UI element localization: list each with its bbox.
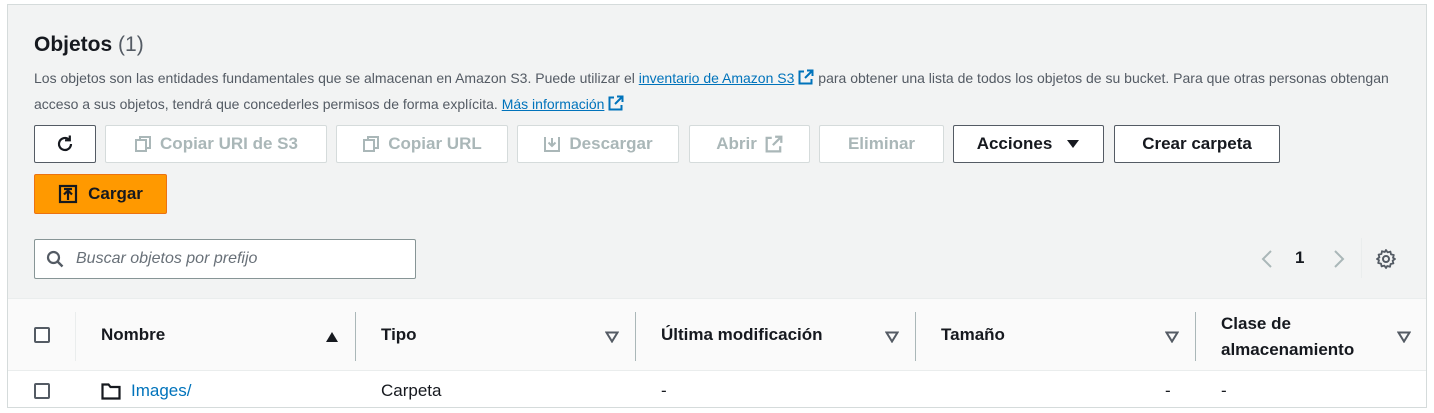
description-text-1: Los objetos son las entidades fundamenta… xyxy=(34,70,639,86)
copy-url-label: Copiar URL xyxy=(388,134,482,153)
sort-icon[interactable] xyxy=(885,331,899,343)
upload-button[interactable]: Cargar xyxy=(34,174,167,214)
column-header-name[interactable]: Nombre xyxy=(101,325,165,345)
more-info-link[interactable]: Más información xyxy=(501,95,625,112)
refresh-icon xyxy=(57,135,73,152)
sort-icon[interactable] xyxy=(1397,331,1411,343)
previous-page-button[interactable] xyxy=(1260,245,1276,273)
external-link-icon xyxy=(608,95,624,111)
pagination-divider xyxy=(1361,238,1362,278)
objects-panel: Objetos (1) Los objetos son las entidade… xyxy=(7,4,1427,408)
open-label: Abrir xyxy=(716,134,757,153)
external-link-icon xyxy=(798,69,814,85)
chevron-left-icon xyxy=(1261,250,1272,268)
copy-s3-uri-button[interactable]: Copiar URI de S3 xyxy=(105,125,327,163)
copy-icon xyxy=(135,136,152,152)
column-separator[interactable] xyxy=(355,312,356,361)
column-header-size[interactable]: Tamaño xyxy=(941,325,1005,345)
actions-label: Acciones xyxy=(976,134,1053,153)
sort-icon[interactable] xyxy=(605,331,619,343)
column-separator[interactable] xyxy=(915,312,916,361)
next-page-button[interactable] xyxy=(1330,245,1346,273)
copy-s3-uri-label: Copiar URI de S3 xyxy=(160,134,298,153)
download-button[interactable]: Descargar xyxy=(517,125,679,163)
title-text: Objetos xyxy=(34,33,113,56)
sort-ascending-icon[interactable] xyxy=(325,331,339,343)
object-count: (1) xyxy=(118,33,144,56)
open-button[interactable]: Abrir xyxy=(689,125,810,163)
column-header-storage-class-line1: Clase de xyxy=(1221,314,1291,333)
column-separator[interactable] xyxy=(635,312,636,361)
refresh-button[interactable] xyxy=(34,125,96,163)
folder-icon xyxy=(101,383,121,400)
delete-label: Eliminar xyxy=(847,134,916,153)
caret-down-icon xyxy=(1067,140,1080,148)
column-header-storage-class-line2: almacenamiento xyxy=(1221,340,1355,359)
download-label: Descargar xyxy=(569,134,653,153)
inventory-link-label: inventario de Amazon S3 xyxy=(638,70,795,86)
inventory-link[interactable]: inventario de Amazon S3 xyxy=(638,69,815,86)
search-box xyxy=(34,239,416,279)
column-separator[interactable] xyxy=(1195,312,1196,361)
page-title: Objetos (1) xyxy=(34,33,144,57)
object-type: Carpeta xyxy=(381,381,442,400)
object-last-modified: - xyxy=(661,381,667,400)
upload-label: Cargar xyxy=(88,184,143,203)
more-info-link-label: Más información xyxy=(501,96,605,112)
table-header: Nombre Tipo Última modificación Tamaño C… xyxy=(8,298,1426,371)
select-all-checkbox[interactable] xyxy=(34,327,50,343)
download-icon xyxy=(544,137,561,152)
create-folder-label: Crear carpeta xyxy=(1142,134,1252,153)
search-icon xyxy=(46,250,64,268)
copy-icon xyxy=(363,136,380,152)
column-header-type[interactable]: Tipo xyxy=(381,325,417,345)
actions-dropdown[interactable]: Acciones xyxy=(953,125,1104,163)
copy-url-button[interactable]: Copiar URL xyxy=(336,125,508,163)
sort-icon[interactable] xyxy=(1165,331,1179,343)
search-input[interactable] xyxy=(74,249,398,269)
column-header-last-modified[interactable]: Última modificación xyxy=(661,325,823,345)
object-size: - xyxy=(1165,381,1171,400)
page-number[interactable]: 1 xyxy=(1295,248,1304,268)
column-separator xyxy=(75,312,76,361)
external-link-icon xyxy=(765,135,783,153)
upload-icon xyxy=(58,184,78,204)
gear-icon[interactable] xyxy=(1375,248,1397,270)
delete-button[interactable]: Eliminar xyxy=(819,125,944,163)
description: Los objetos son las entidades fundamenta… xyxy=(34,65,1394,117)
create-folder-button[interactable]: Crear carpeta xyxy=(1114,125,1280,163)
table-row: Images/ Carpeta - - - xyxy=(8,371,1426,407)
object-name-link[interactable]: Images/ xyxy=(131,381,191,401)
object-storage-class: - xyxy=(1221,381,1227,400)
chevron-right-icon xyxy=(1334,250,1345,268)
column-header-storage-class[interactable]: Clase de almacenamiento xyxy=(1221,311,1354,363)
row-checkbox[interactable] xyxy=(34,383,50,399)
